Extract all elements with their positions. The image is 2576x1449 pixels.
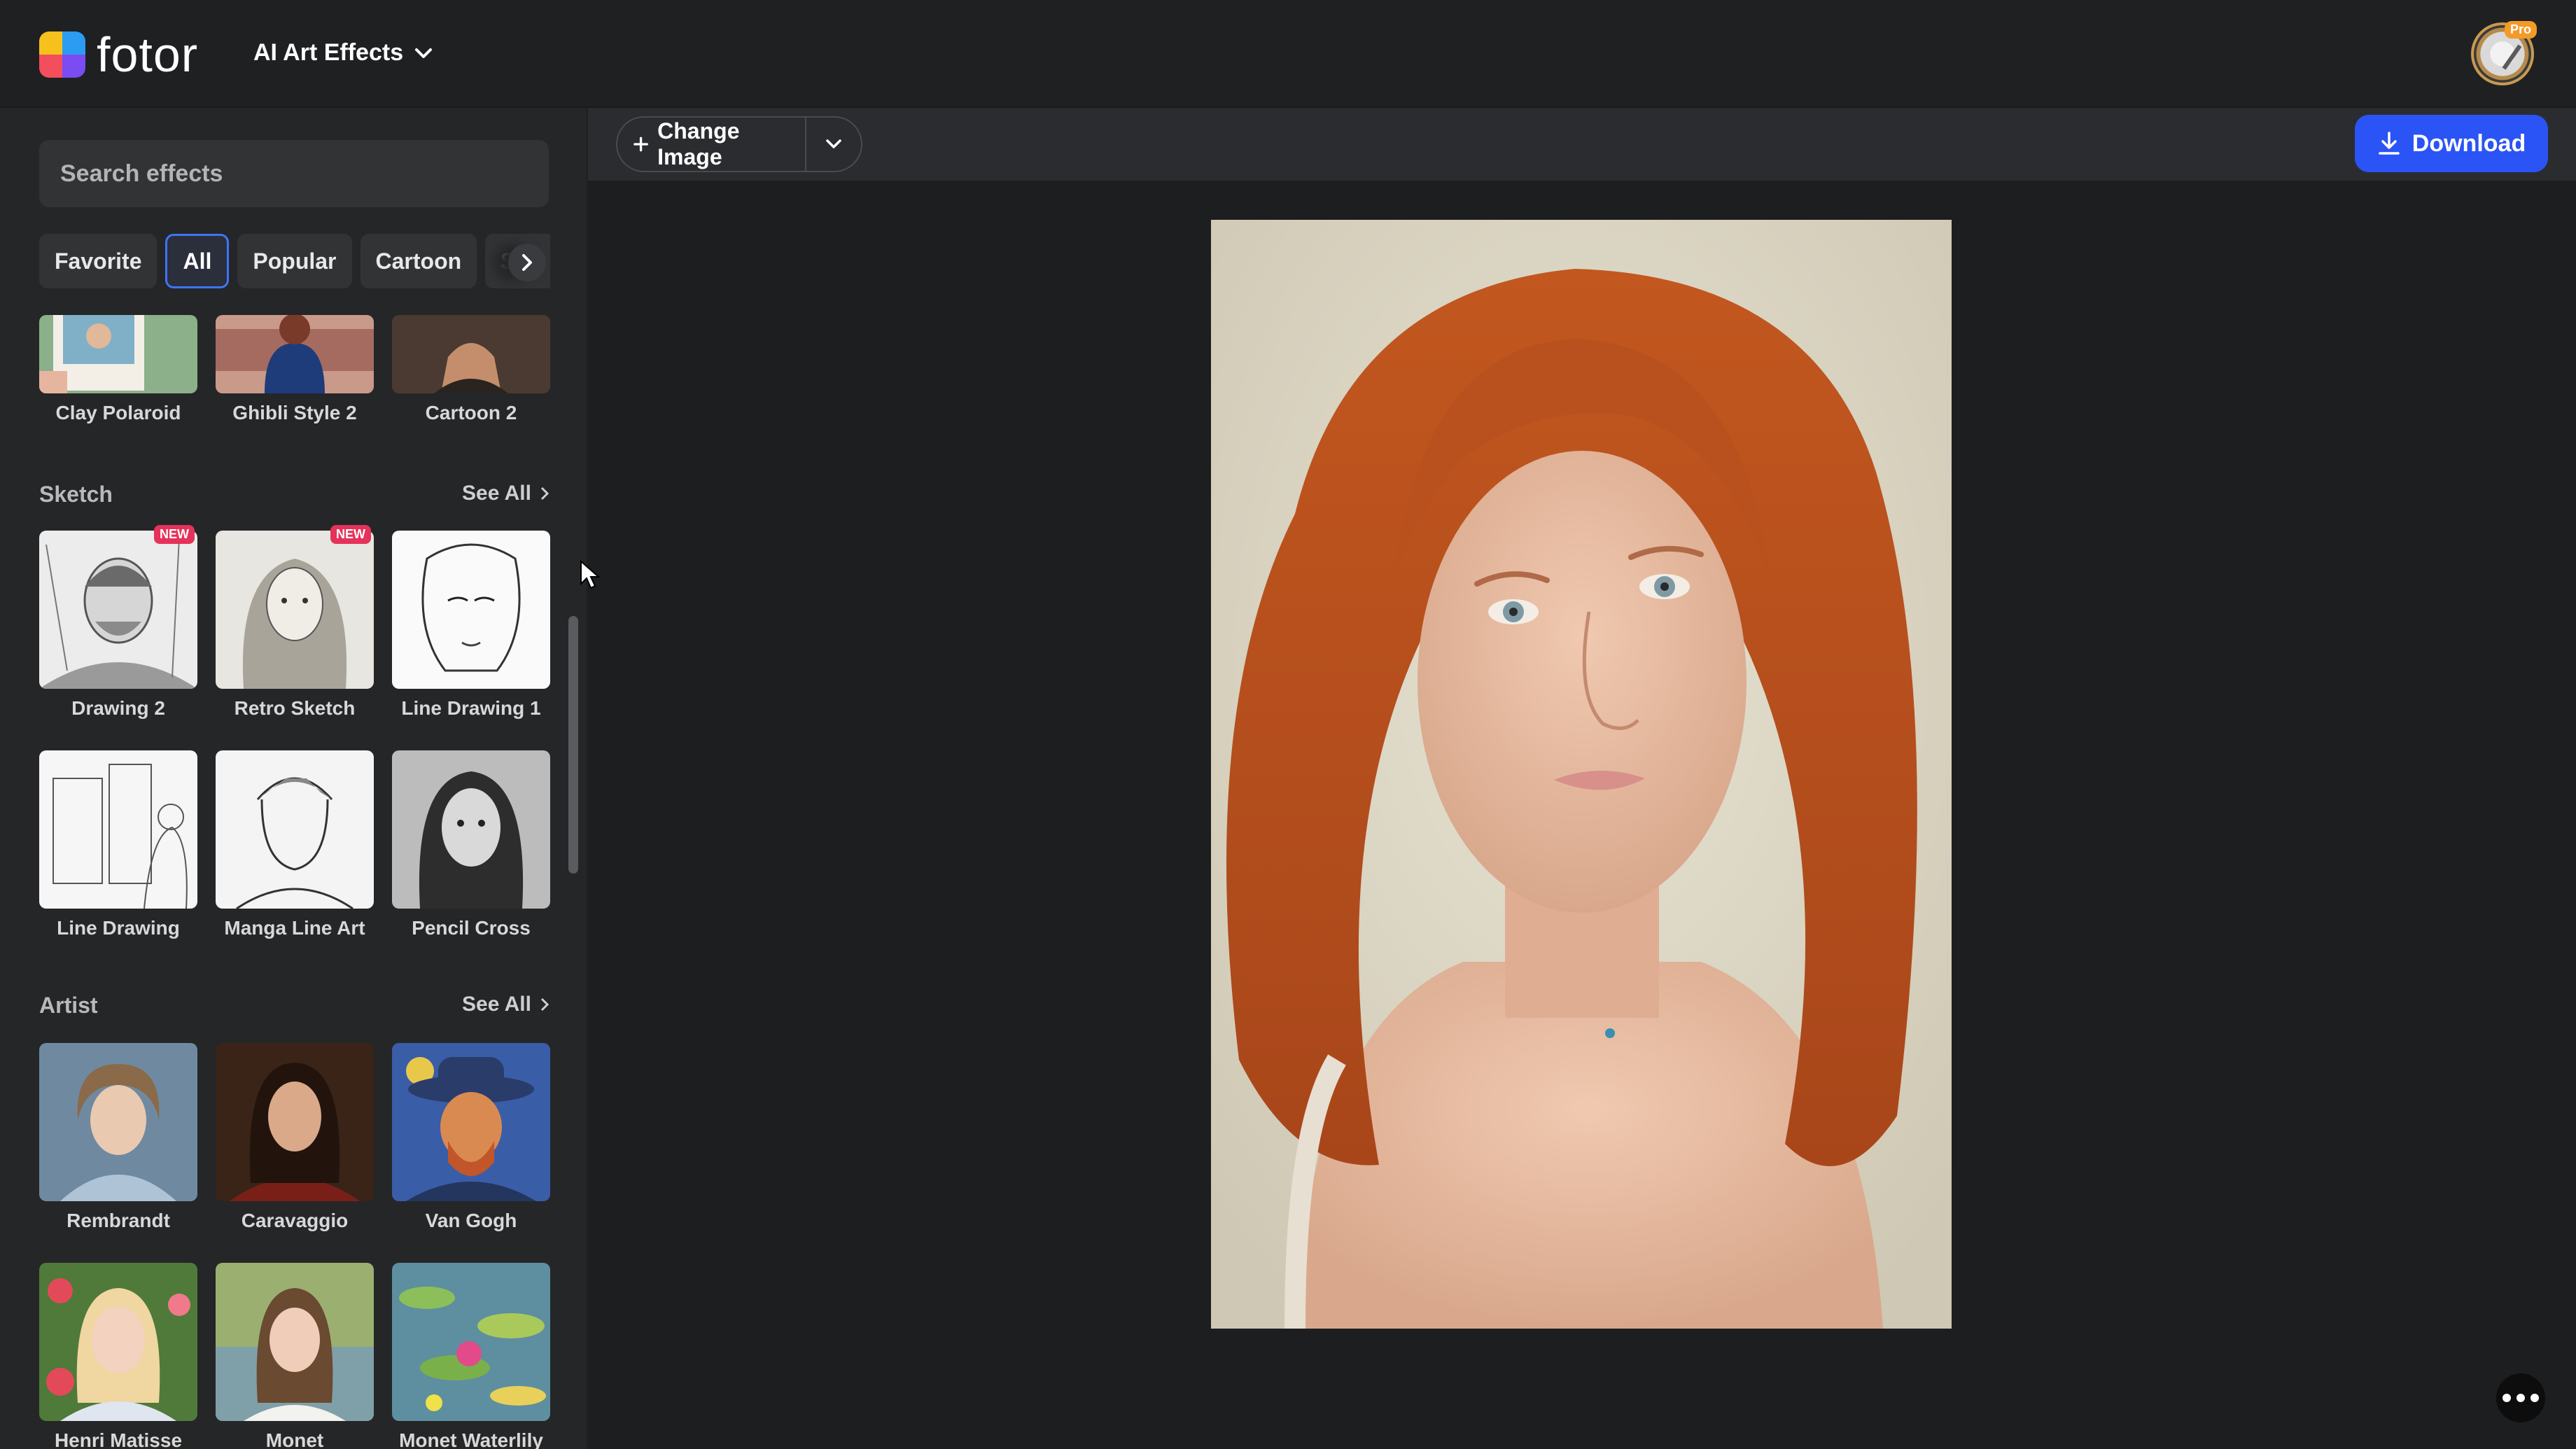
effect-label: Henri Matisse: [54, 1429, 183, 1449]
chevron-right-icon: [540, 486, 550, 500]
editor-canvas: [588, 181, 2576, 1449]
change-image-button[interactable]: Change Image: [617, 118, 806, 171]
effect-label: Rembrandt: [66, 1210, 170, 1231]
top-bar: fotor AI Art Effects Pro: [0, 0, 2576, 108]
category-chips: Favorite All Popular Cartoon Ske: [39, 234, 550, 290]
effect-thumbnail: [216, 1263, 374, 1421]
search-placeholder: Search effects: [60, 160, 223, 187]
fotor-logo[interactable]: fotor: [39, 28, 198, 81]
effect-thumbnail: [39, 531, 197, 689]
dot-icon: [2502, 1394, 2511, 1402]
effect-label: Clay Polaroid: [55, 402, 181, 424]
download-button[interactable]: Download: [2355, 115, 2548, 172]
effect-thumbnail: [392, 1043, 550, 1201]
effect-label: Line Drawing 1: [401, 697, 541, 719]
pro-badge: Pro: [2504, 21, 2537, 38]
menu-title-label: AI Art Effects: [253, 39, 404, 66]
chip-label: Cartoon: [375, 248, 462, 274]
artist-see-all-link[interactable]: See All: [462, 993, 550, 1016]
effect-card-caravaggio[interactable]: Caravaggio: [216, 1043, 374, 1232]
effect-thumbnail: [392, 1263, 550, 1421]
effect-label: Ghibli Style 2: [232, 402, 357, 424]
download-label: Download: [2412, 130, 2526, 157]
effect-thumbnail: [392, 531, 550, 689]
effect-card-manga-line-art[interactable]: Manga Line Art: [216, 750, 374, 939]
change-image-group: Change Image: [616, 116, 862, 172]
fotor-logo-icon: [39, 31, 85, 78]
chips-next-button[interactable]: [508, 244, 546, 281]
chip-cartoon[interactable]: Cartoon: [360, 234, 477, 288]
effect-thumbnail: [39, 750, 197, 909]
dot-icon: [2516, 1394, 2525, 1402]
sketch-section-title: Sketch: [39, 482, 113, 507]
effect-thumbnail: [392, 750, 550, 909]
effect-thumbnail: [216, 531, 374, 689]
chevron-down-icon: [826, 139, 841, 148]
effect-card-ghibli-style-2[interactable]: Ghibli Style 2: [216, 315, 374, 424]
editor-toolbar: Change Image Download: [588, 108, 2576, 181]
logo-text: fotor: [97, 27, 199, 82]
sketch-see-all-link[interactable]: See All: [462, 482, 550, 505]
change-image-dropdown[interactable]: [806, 118, 861, 171]
effect-card-line-drawing-1[interactable]: Line Drawing 1: [392, 531, 550, 720]
effect-card-cartoon-2[interactable]: Cartoon 2: [392, 315, 550, 424]
new-badge: NEW: [330, 525, 371, 544]
effect-label: Cartoon 2: [425, 402, 517, 424]
artist-section-title: Artist: [39, 993, 98, 1018]
sidebar-scrollbar[interactable]: [568, 616, 578, 874]
effect-label: Pencil Cross: [412, 917, 531, 939]
chip-favorite[interactable]: Favorite: [39, 234, 158, 288]
chip-label: Popular: [253, 248, 337, 274]
effects-sidebar: Search effects Favorite All Popular Cart…: [0, 108, 587, 1449]
effect-thumbnail: [39, 1263, 197, 1421]
chip-label: All: [183, 248, 212, 274]
user-avatar[interactable]: Pro: [2471, 21, 2537, 85]
search-effects-input[interactable]: Search effects: [39, 140, 549, 207]
effect-thumbnail: [216, 750, 374, 909]
dot-icon: [2530, 1394, 2539, 1402]
effect-thumbnail: [39, 1043, 197, 1201]
chip-popular[interactable]: Popular: [237, 234, 352, 288]
effect-thumbnail: [216, 315, 374, 393]
see-all-label: See All: [462, 482, 531, 505]
effect-card-drawing-2[interactable]: NEW Drawing 2: [39, 525, 197, 720]
avatar-needle: [2502, 44, 2522, 70]
effect-card-rembrandt[interactable]: Rembrandt: [39, 1043, 197, 1232]
download-icon: [2379, 132, 2400, 155]
effect-card-monet[interactable]: Monet: [216, 1263, 374, 1449]
effect-card-retro-sketch[interactable]: NEW Retro Sketch: [216, 525, 374, 720]
effect-label: Drawing 2: [71, 697, 165, 719]
effect-label: Retro Sketch: [234, 697, 356, 719]
effect-card-clay-polaroid[interactable]: Clay Polaroid: [39, 315, 197, 424]
effect-label: Caravaggio: [241, 1210, 349, 1231]
uploaded-photo[interactable]: [1211, 220, 1952, 1329]
effect-label: Monet: [265, 1429, 324, 1449]
effect-card-henri-matisse[interactable]: Henri Matisse: [39, 1263, 197, 1449]
plus-icon: [634, 136, 648, 152]
chevron-right-icon: [522, 254, 532, 271]
change-image-label: Change Image: [657, 118, 740, 169]
effect-thumbnail: [392, 315, 550, 393]
chevron-down-icon: [415, 48, 433, 58]
effect-card-pencil-cross[interactable]: Pencil Cross: [392, 750, 550, 939]
chip-label: Favorite: [55, 248, 142, 274]
ai-art-effects-menu[interactable]: AI Art Effects: [253, 39, 433, 66]
effect-thumbnail: [216, 1043, 374, 1201]
mouse-cursor-icon: [580, 560, 601, 589]
effect-thumbnail: [39, 315, 197, 393]
chevron-right-icon: [540, 997, 550, 1011]
effect-label: Van Gogh: [425, 1210, 517, 1231]
effect-label: Monet Waterlily: [399, 1429, 543, 1449]
effect-label: Line Drawing: [57, 917, 180, 939]
effect-card-line-drawing[interactable]: Line Drawing: [39, 750, 197, 939]
chip-all[interactable]: All: [165, 234, 230, 288]
effect-card-monet-waterlily[interactable]: Monet Waterlily: [392, 1263, 550, 1449]
more-options-button[interactable]: [2496, 1373, 2545, 1422]
effect-label: Manga Line Art: [224, 917, 365, 939]
see-all-label: See All: [462, 993, 531, 1016]
new-badge: NEW: [154, 525, 195, 544]
effect-card-van-gogh[interactable]: Van Gogh: [392, 1043, 550, 1232]
